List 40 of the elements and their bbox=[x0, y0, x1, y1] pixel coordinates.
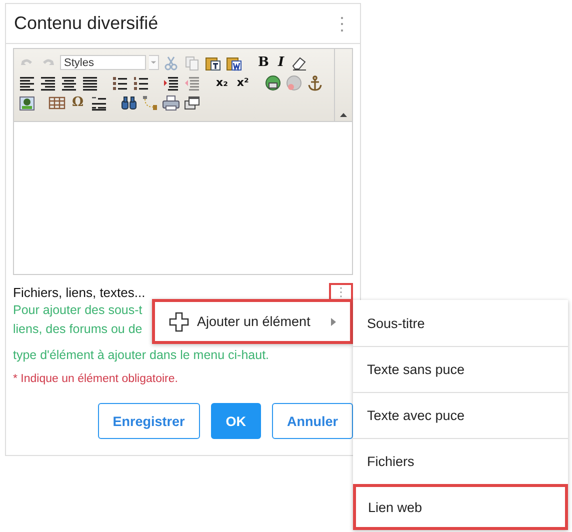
superscript-button[interactable]: x² bbox=[234, 74, 252, 90]
subscript-button[interactable]: x₂ bbox=[213, 74, 231, 90]
image-icon[interactable] bbox=[18, 94, 36, 110]
special-character-button[interactable]: Ω bbox=[69, 94, 87, 110]
help-text: liens, des forums ou de bbox=[13, 321, 142, 338]
styles-dropdown[interactable]: Styles bbox=[60, 55, 146, 70]
plus-icon bbox=[169, 312, 189, 332]
numbered-list-icon[interactable] bbox=[132, 74, 150, 90]
clipboard-icon[interactable] bbox=[225, 54, 243, 70]
justify-icon[interactable] bbox=[81, 74, 99, 90]
menu-item[interactable]: Ajouter un élément bbox=[152, 299, 353, 344]
menu-item[interactable]: Texte sans puce bbox=[353, 346, 568, 392]
italic-button[interactable]: I bbox=[275, 54, 288, 70]
required-note: * Indique un élément obligatoire. bbox=[13, 373, 178, 385]
table-icon[interactable] bbox=[48, 94, 66, 110]
clipboard-icon[interactable] bbox=[204, 54, 222, 70]
help-text: Pour ajouter des sous-t bbox=[13, 302, 142, 319]
binoculars-icon[interactable] bbox=[120, 94, 138, 110]
action-button[interactable]: Enregistrer bbox=[98, 403, 200, 439]
menu-item[interactable]: Lien web bbox=[353, 484, 568, 530]
section-label: Fichiers, liens, textes... bbox=[13, 284, 146, 300]
indent-icon[interactable] bbox=[162, 74, 180, 90]
eraser-icon[interactable] bbox=[290, 54, 308, 70]
align-left-icon[interactable] bbox=[18, 74, 36, 90]
bold-button[interactable]: B bbox=[255, 54, 272, 70]
caret-icon bbox=[331, 318, 336, 326]
menu-item[interactable]: Texte avec puce bbox=[353, 392, 568, 438]
action-button[interactable]: Annuler bbox=[272, 403, 353, 439]
panel-title: Contenu diversifié bbox=[14, 13, 158, 34]
anchor-icon[interactable] bbox=[306, 74, 324, 90]
menu-item[interactable]: Sous-titre bbox=[353, 300, 568, 346]
scroll-arrow-icon[interactable] bbox=[340, 113, 347, 117]
window-icon[interactable] bbox=[182, 94, 201, 110]
align-center-icon[interactable] bbox=[60, 74, 78, 90]
align-right-icon[interactable] bbox=[39, 74, 57, 90]
lines-icon[interactable] bbox=[90, 94, 108, 110]
help-text: type d'élément à ajouter dans le menu ci-haut. bbox=[13, 348, 270, 363]
print-icon[interactable] bbox=[162, 94, 180, 110]
bullet-list-icon[interactable] bbox=[111, 74, 129, 90]
menu-item[interactable]: Fichiers bbox=[353, 438, 568, 484]
